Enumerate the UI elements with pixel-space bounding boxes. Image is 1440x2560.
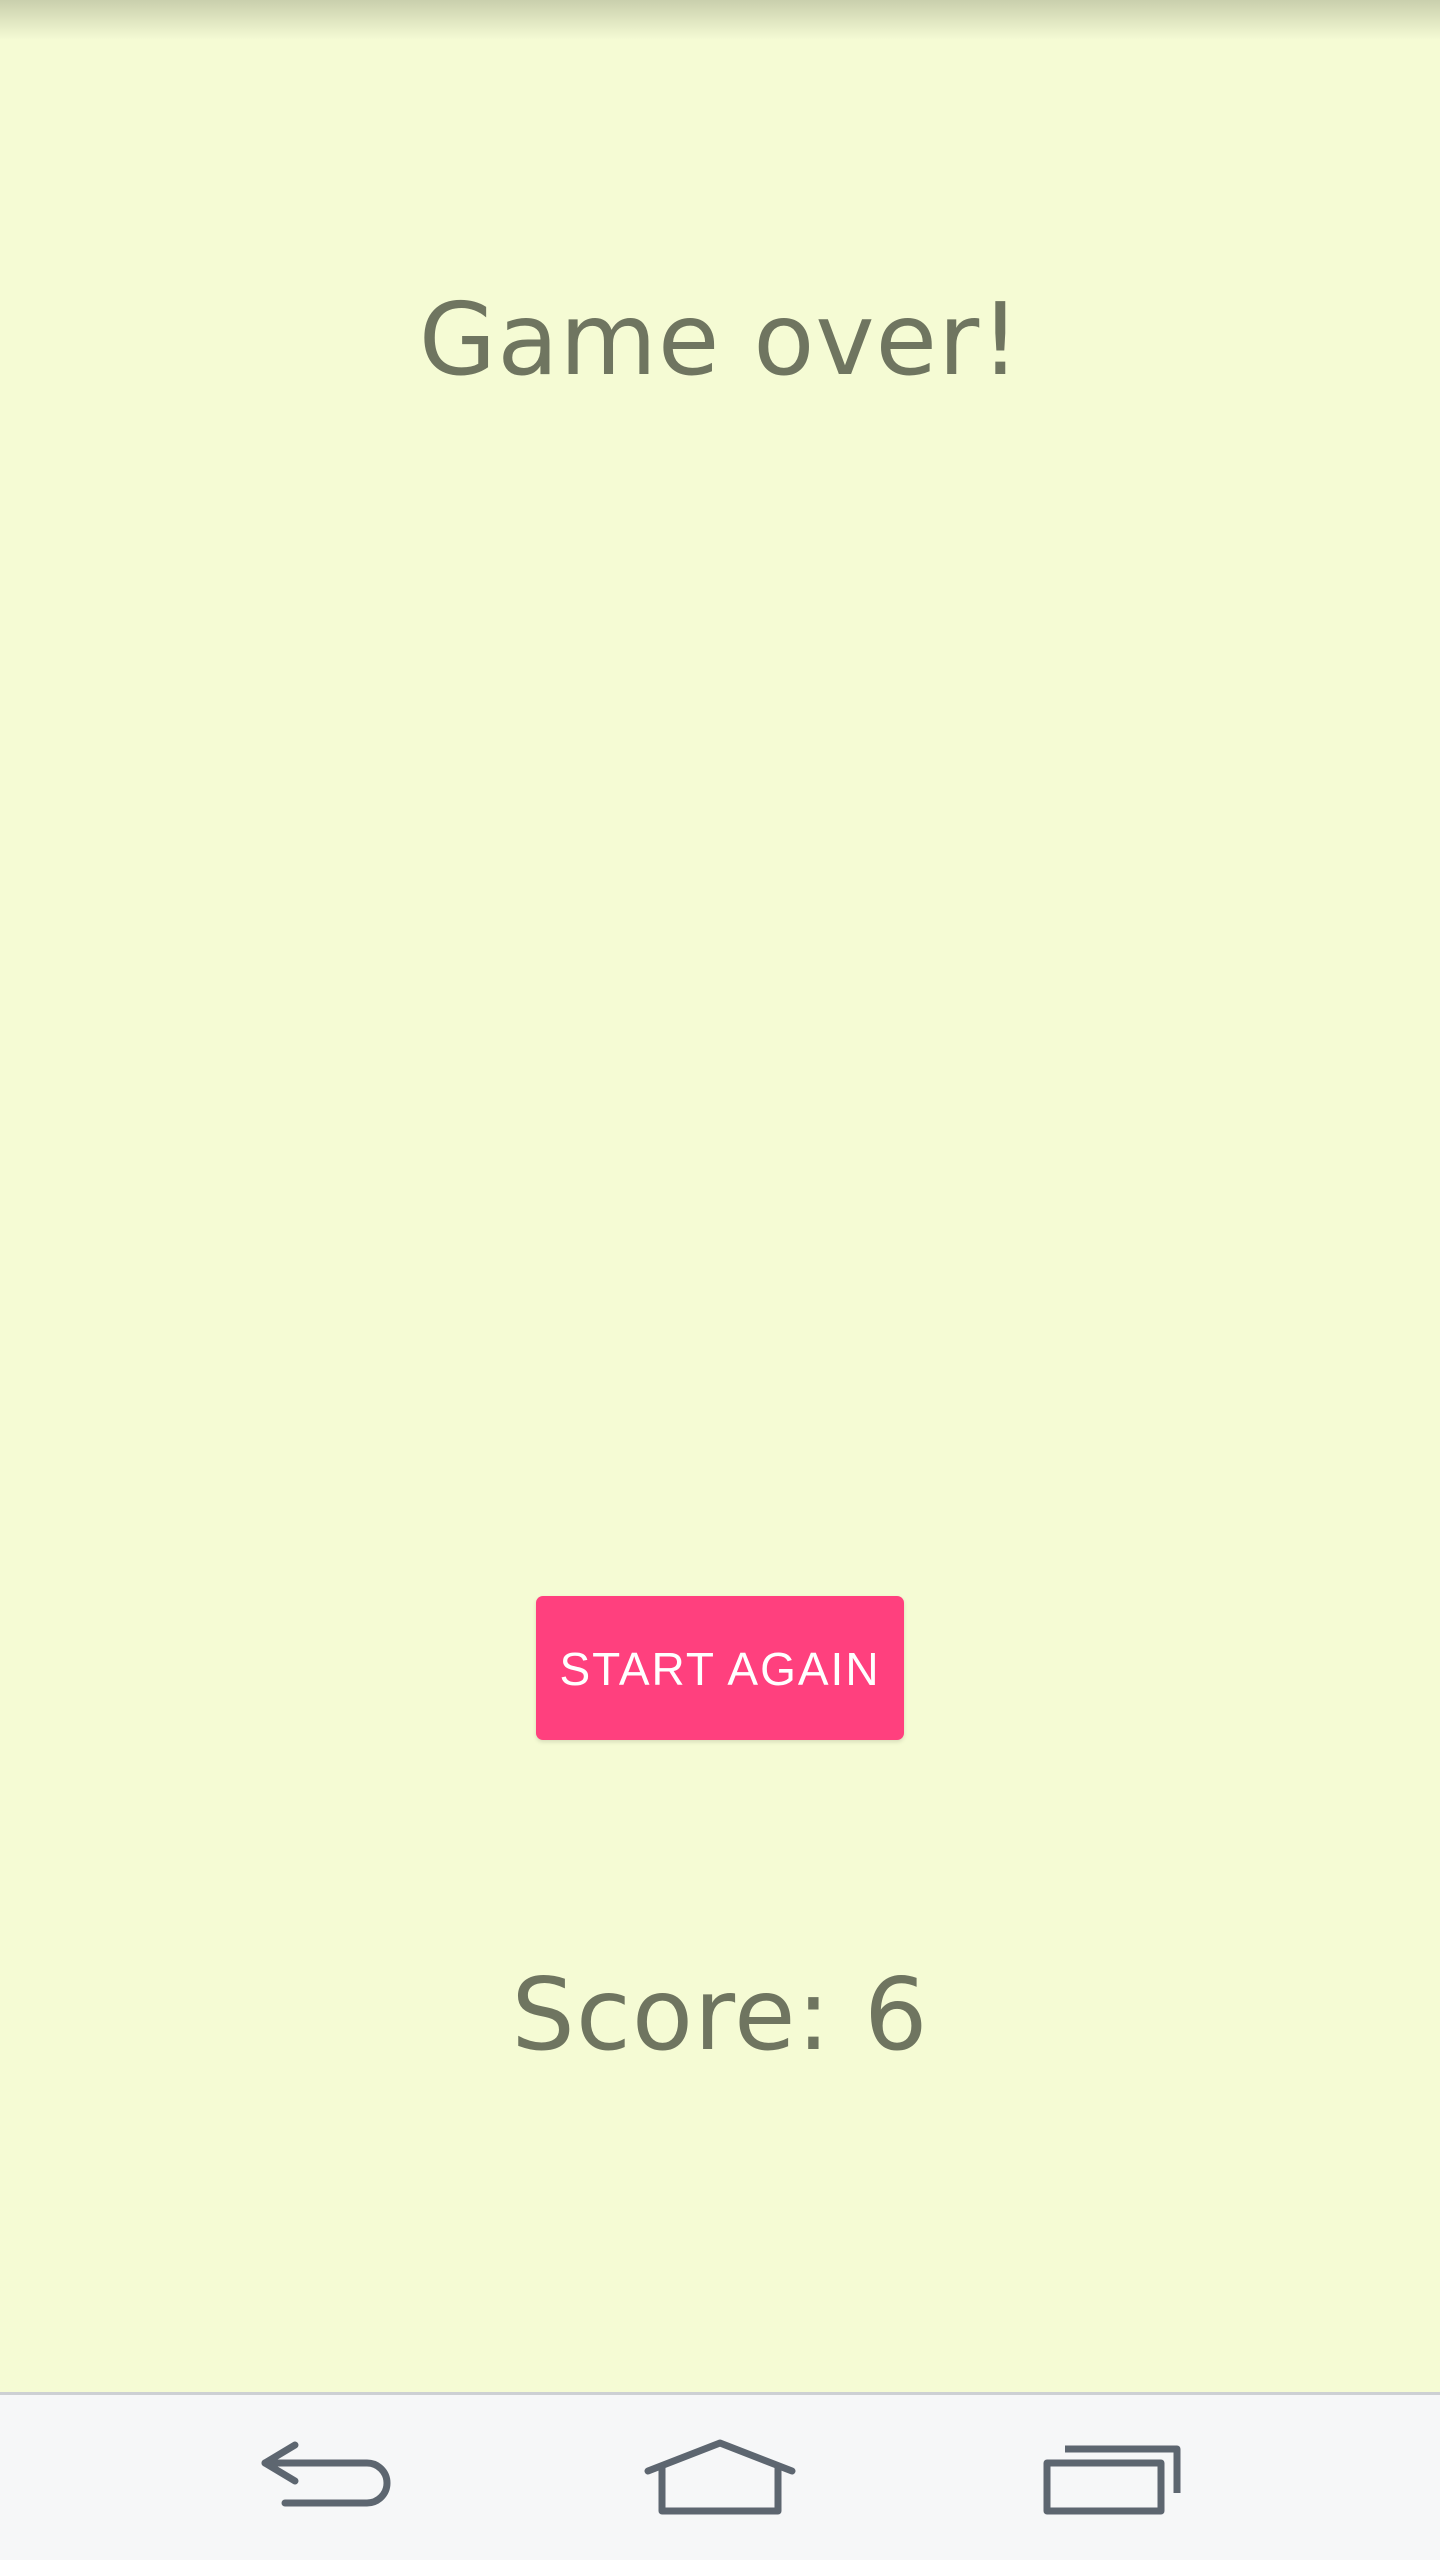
start-again-button[interactable]: START AGAIN xyxy=(536,1596,904,1740)
system-navigation-bar xyxy=(0,2392,1440,2560)
home-button[interactable] xyxy=(600,2395,840,2560)
status-bar-shadow xyxy=(0,0,1440,40)
score-label: Score: 6 xyxy=(511,1956,929,2073)
game-over-title: Game over! xyxy=(418,281,1022,398)
recents-icon xyxy=(1043,2445,1181,2514)
game-over-screen: Game over! START AGAIN Score: 6 xyxy=(0,0,1440,2392)
recents-button[interactable] xyxy=(990,2395,1230,2560)
back-icon xyxy=(261,2441,391,2506)
back-button[interactable] xyxy=(210,2395,450,2560)
home-icon xyxy=(644,2439,796,2514)
